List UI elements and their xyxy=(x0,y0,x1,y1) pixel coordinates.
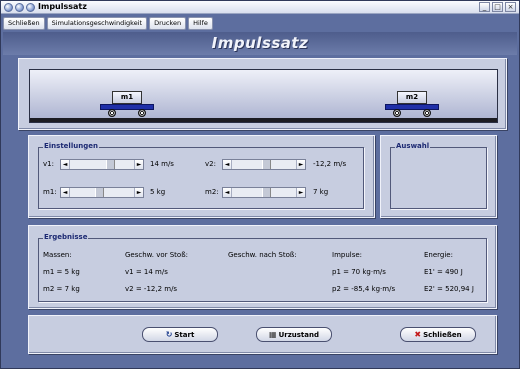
m1-value: 5 kg xyxy=(150,188,166,196)
ground-line xyxy=(30,118,497,122)
cart-m1-mass-box: m1 xyxy=(112,91,142,104)
minimize-button[interactable]: _ xyxy=(479,2,490,12)
results-group-label: Ergebnisse xyxy=(43,233,89,241)
grid-icon: ▦ xyxy=(269,330,277,339)
header-energie: Energie: xyxy=(424,251,453,259)
v1-slider-right-arrow-icon[interactable]: ► xyxy=(134,160,143,169)
app-icon[interactable] xyxy=(4,3,13,12)
v2-slider-right-arrow-icon[interactable]: ► xyxy=(296,160,305,169)
system-icons xyxy=(4,3,35,12)
m2-label: m2: xyxy=(205,188,219,196)
close-icon: ✖ xyxy=(414,330,422,339)
m2-slider-thumb[interactable] xyxy=(262,188,271,197)
result-m1: m1 = 5 kg xyxy=(43,268,80,276)
window-title: Impulssatz xyxy=(38,2,87,11)
settings-groupbox: Einstellungen xyxy=(38,142,364,209)
wheel-icon xyxy=(393,109,401,117)
settings-group-label: Einstellungen xyxy=(43,142,99,150)
menu-simulationsgeschwindigkeit[interactable]: Simulationsgeschwindigkeit xyxy=(46,17,148,30)
reset-button[interactable]: ▦ Urzustand xyxy=(256,327,332,342)
v1-slider[interactable]: ◄ ► xyxy=(60,159,144,170)
reset-button-label: Urzustand xyxy=(278,331,319,339)
m1-slider-left-arrow-icon[interactable]: ◄ xyxy=(61,188,70,197)
header-banner: Impulssatz xyxy=(3,32,517,55)
selection-group-label: Auswahl xyxy=(395,142,431,150)
v2-slider[interactable]: ◄ ► xyxy=(222,159,306,170)
result-p1: p1 = 70 kg·m/s xyxy=(332,268,386,276)
m1-slider-thumb[interactable] xyxy=(95,188,104,197)
maximize-button[interactable]: □ xyxy=(492,2,503,12)
close-button-label: Schließen xyxy=(423,331,462,339)
v2-slider-thumb[interactable] xyxy=(262,160,271,169)
wheel-icon xyxy=(108,109,116,117)
window-controls: _ □ × xyxy=(479,2,516,12)
result-m2: m2 = 7 kg xyxy=(43,285,80,293)
close-window-button[interactable]: × xyxy=(505,2,516,12)
menu-hilfe[interactable]: Hilfe xyxy=(188,17,213,30)
app-icon[interactable] xyxy=(26,3,35,12)
v2-value: -12,2 m/s xyxy=(313,160,347,168)
start-button[interactable]: ↻ Start xyxy=(142,327,218,342)
result-v2: v2 = -12,2 m/s xyxy=(125,285,178,293)
result-e2: E2' = 520,94 J xyxy=(424,285,474,293)
app-title: Impulssatz xyxy=(211,34,309,52)
refresh-icon: ↻ xyxy=(165,330,173,339)
header-geschw-nach: Geschw. nach Stoß: xyxy=(228,251,297,259)
app-icon[interactable] xyxy=(15,3,24,12)
selection-groupbox: Auswahl xyxy=(390,142,487,209)
cart-m2-base xyxy=(385,104,439,110)
v1-slider-left-arrow-icon[interactable]: ◄ xyxy=(61,160,70,169)
title-bar: Impulssatz _ □ × xyxy=(1,1,519,14)
v1-slider-thumb[interactable] xyxy=(106,160,115,169)
m1-slider-right-arrow-icon[interactable]: ► xyxy=(134,188,143,197)
m2-slider[interactable]: ◄ ► xyxy=(222,187,306,198)
menu-bar: Schließen Simulationsgeschwindigkeit Dru… xyxy=(3,17,213,31)
wheel-icon xyxy=(138,109,146,117)
header-geschw-vor: Geschw. vor Stoß: xyxy=(125,251,188,259)
header-massen: Massen: xyxy=(43,251,72,259)
v2-slider-left-arrow-icon[interactable]: ◄ xyxy=(223,160,232,169)
v1-value: 14 m/s xyxy=(150,160,174,168)
menu-drucken[interactable]: Drucken xyxy=(149,17,187,30)
m2-slider-left-arrow-icon[interactable]: ◄ xyxy=(223,188,232,197)
v2-label: v2: xyxy=(205,160,216,168)
cart-m2-mass-box: m2 xyxy=(397,91,427,104)
m1-slider[interactable]: ◄ ► xyxy=(60,187,144,198)
m2-value: 7 kg xyxy=(313,188,329,196)
m2-slider-right-arrow-icon[interactable]: ► xyxy=(296,188,305,197)
result-p2: p2 = -85,4 kg·m/s xyxy=(332,285,396,293)
result-v1: v1 = 14 m/s xyxy=(125,268,168,276)
application-window: Impulssatz _ □ × Schließen Simulationsge… xyxy=(0,0,520,369)
m1-label: m1: xyxy=(43,188,57,196)
menu-schliessen[interactable]: Schließen xyxy=(3,17,45,30)
close-button[interactable]: ✖ Schließen xyxy=(400,327,476,342)
wheel-icon xyxy=(423,109,431,117)
results-groupbox: Ergebnisse xyxy=(38,233,487,302)
header-impulse: Impulse: xyxy=(332,251,363,259)
cart-m1-base xyxy=(100,104,154,110)
simulation-track: m1 m2 xyxy=(29,69,498,123)
result-e1: E1' = 490 J xyxy=(424,268,463,276)
start-button-label: Start xyxy=(174,331,195,339)
v1-label: v1: xyxy=(43,160,54,168)
